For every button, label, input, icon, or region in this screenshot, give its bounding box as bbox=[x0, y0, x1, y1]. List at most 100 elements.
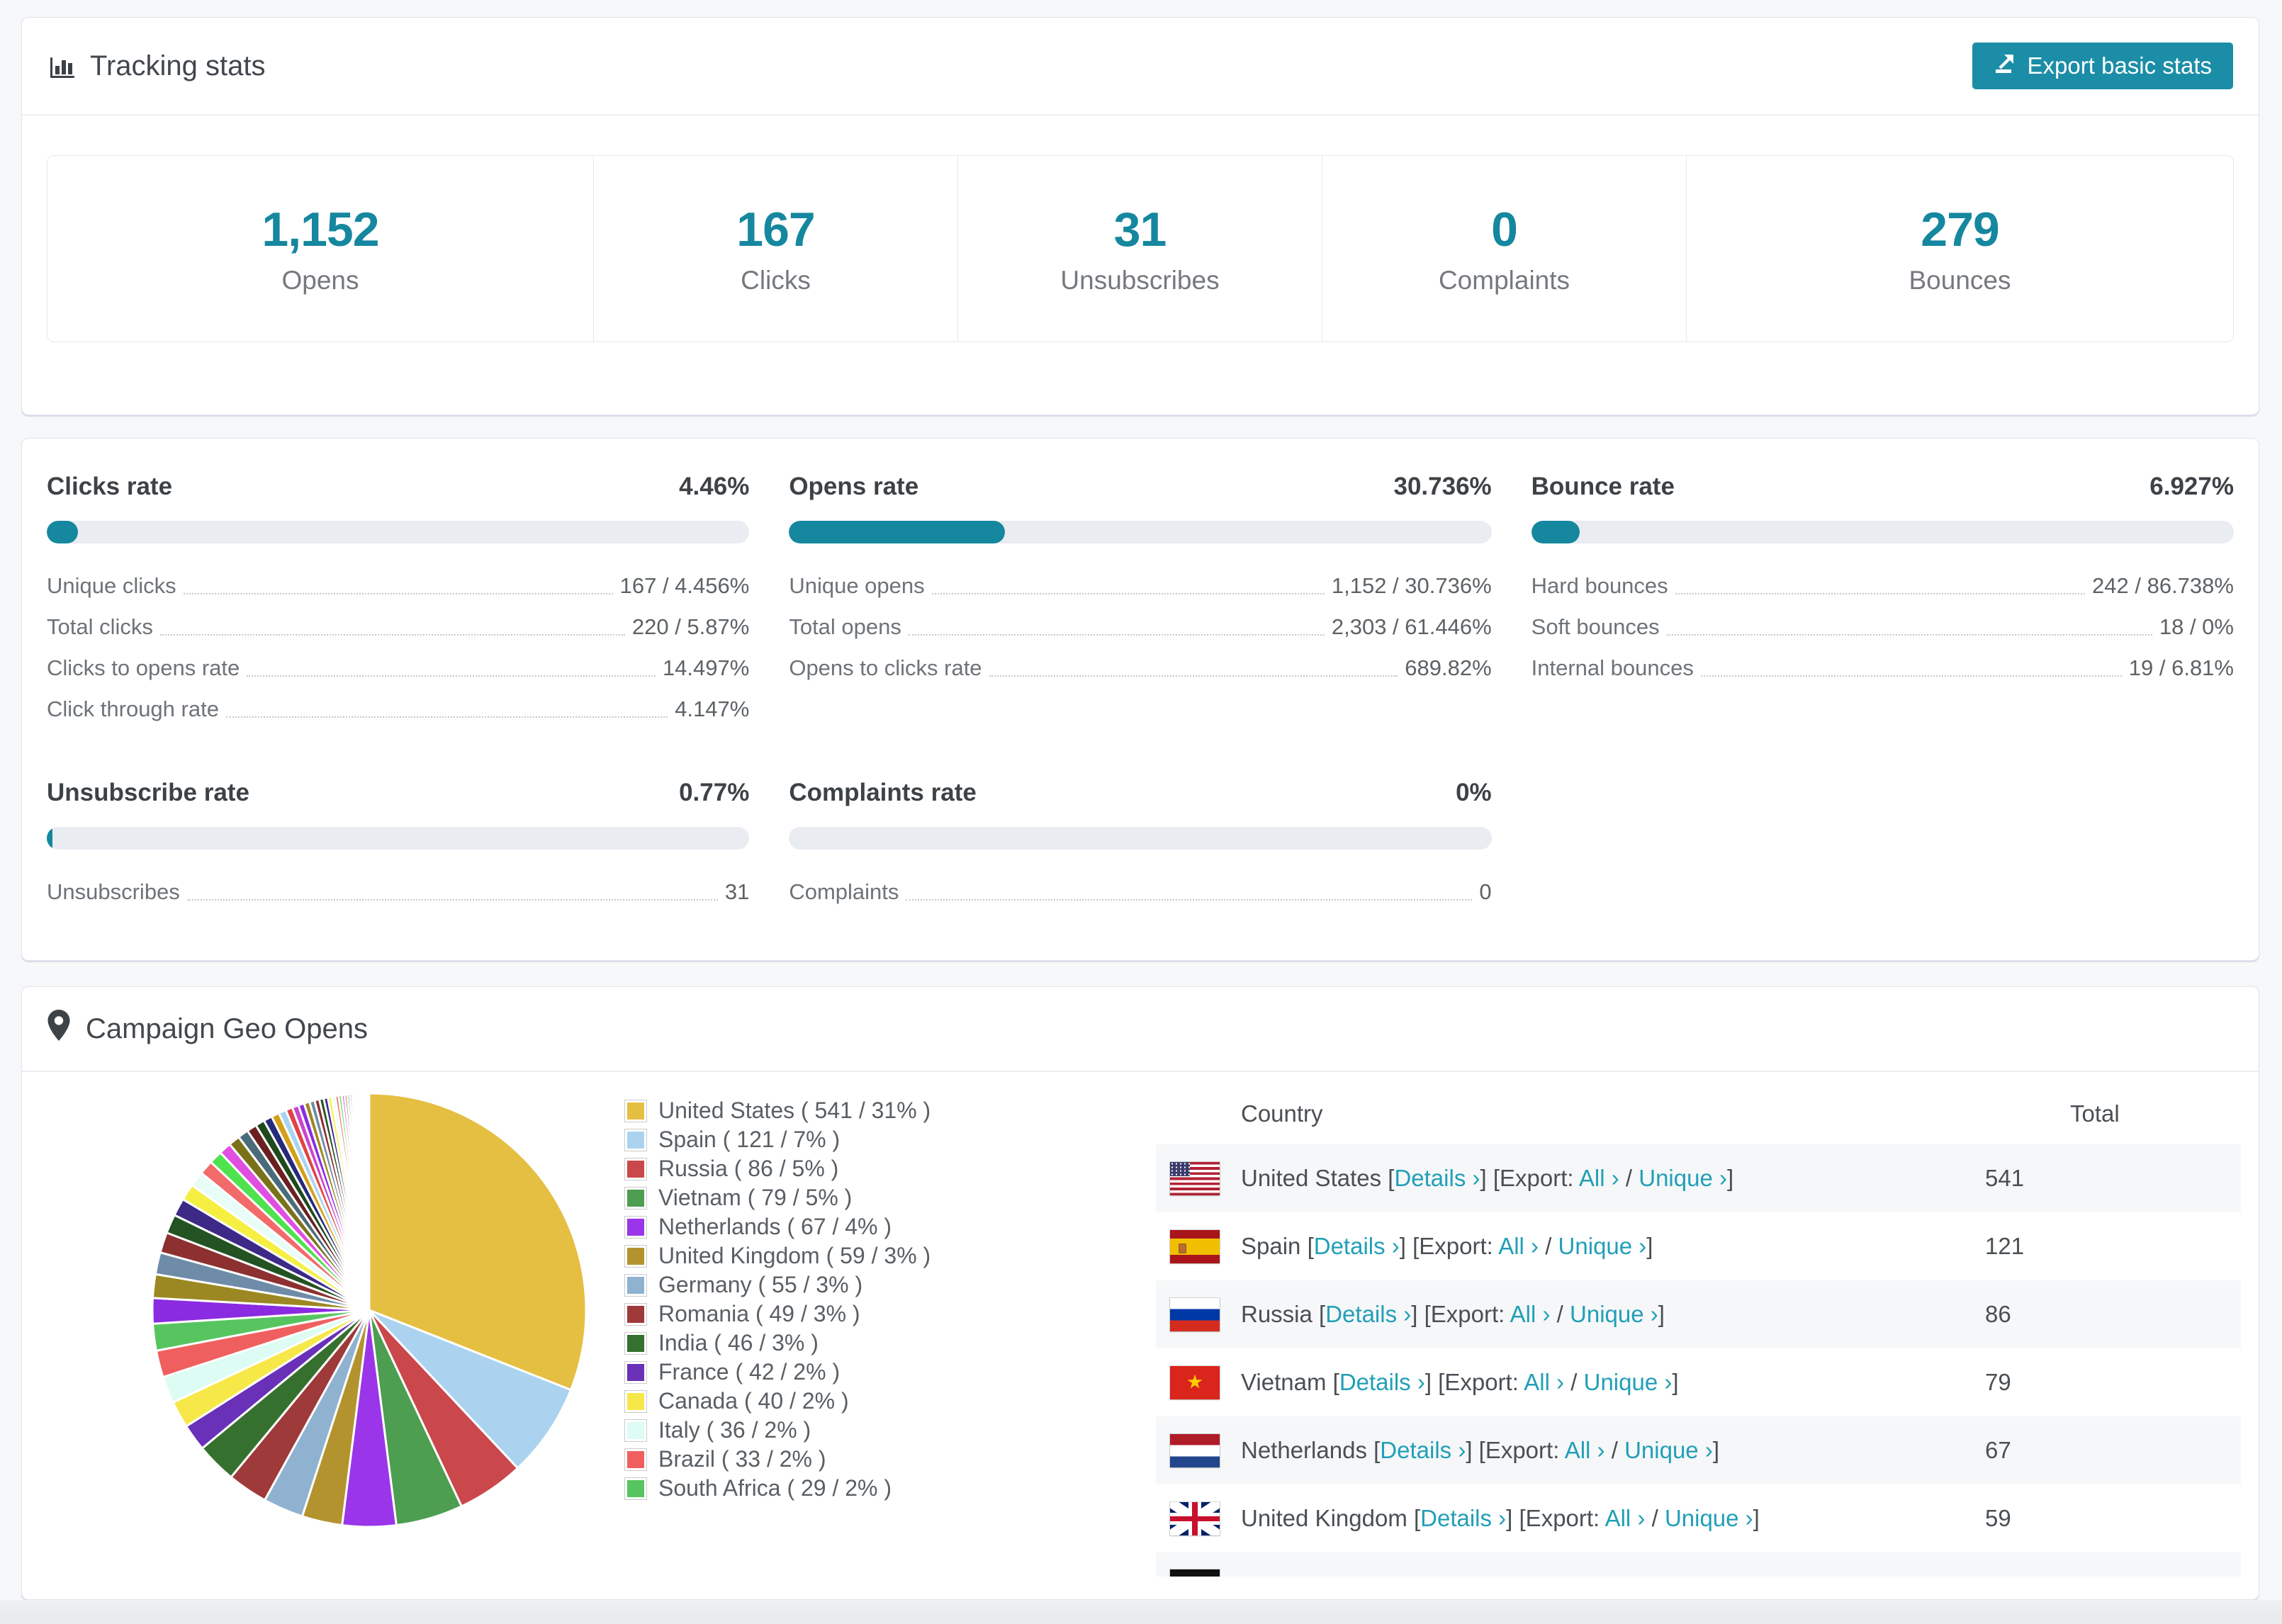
summary-bounces: 279 Bounces bbox=[1687, 156, 2233, 342]
total-cell: 59 bbox=[1985, 1505, 2011, 1531]
rate-progress-opens-rate bbox=[789, 521, 1492, 543]
country-cell: Netherlands [Details ›] [Export: All › /… bbox=[1241, 1437, 1985, 1464]
geo-content: United States ( 541 / 31% ) Spain ( 121 /… bbox=[22, 1072, 2259, 1599]
details-link[interactable]: Details › bbox=[1420, 1505, 1506, 1531]
rate-progress-bounce-rate bbox=[1531, 521, 2234, 543]
legend-item-vietnam: Vietnam ( 79 / 5% ) bbox=[624, 1183, 1128, 1212]
dotted-leader bbox=[247, 675, 656, 677]
rate-head-opens-rate: Opens rate 30.736% bbox=[789, 473, 1491, 501]
rate-row-label: Unsubscribes bbox=[47, 879, 180, 904]
rate-row-label: Unique clicks bbox=[47, 573, 176, 598]
legend-item-india: India ( 46 / 3% ) bbox=[624, 1329, 1128, 1358]
rate-value: 30.736% bbox=[1393, 473, 1492, 500]
geo-table-row-united-kingdom: United Kingdom [Details ›] [Export: All … bbox=[1156, 1484, 2241, 1552]
export-all-link[interactable]: All › bbox=[1565, 1437, 1605, 1463]
dotted-leader bbox=[159, 634, 625, 636]
legend-item-united-kingdom: United Kingdom ( 59 / 3% ) bbox=[624, 1241, 1128, 1270]
rate-row-label: Complaints bbox=[789, 879, 899, 904]
rate-rows: Unique clicks 167 / 4.456% Total clicks 220… bbox=[47, 559, 749, 723]
rate-row-clicks-to-opens-rate: Clicks to opens rate 14.497% bbox=[47, 641, 749, 682]
export-all-link[interactable]: All › bbox=[1579, 1165, 1619, 1191]
details-link[interactable]: Details › bbox=[1394, 1165, 1480, 1191]
export-all-link[interactable]: All › bbox=[1498, 1233, 1539, 1259]
link-separator: / bbox=[1564, 1369, 1584, 1395]
legend-label: Italy ( 36 / 2% ) bbox=[658, 1417, 811, 1443]
legend-item-russia: Russia ( 86 / 5% ) bbox=[624, 1154, 1128, 1183]
flag-cell bbox=[1156, 1501, 1241, 1535]
rate-rows: Unsubscribes 31 bbox=[47, 865, 749, 906]
dotted-leader bbox=[186, 899, 718, 901]
dotted-leader bbox=[906, 899, 1473, 901]
es-flag-icon bbox=[1170, 1229, 1220, 1263]
export-all-link[interactable]: All › bbox=[1524, 1369, 1564, 1395]
tracking-stats-title: Tracking stats bbox=[47, 50, 265, 82]
country-cell: Vietnam [Details ›] [Export: All › / Uni… bbox=[1241, 1369, 1985, 1396]
dotted-leader bbox=[1666, 634, 2152, 636]
geo-table: Country Total United States [Details ›] [E… bbox=[1156, 1072, 2241, 1577]
legend-label: Russia ( 86 / 5% ) bbox=[658, 1156, 839, 1181]
rate-row-value: 220 / 5.87% bbox=[631, 614, 750, 639]
legend-item-canada: Canada ( 40 / 2% ) bbox=[624, 1387, 1128, 1416]
campaign-geo-opens-title: Campaign Geo Opens bbox=[86, 1013, 369, 1044]
legend-swatch bbox=[624, 1360, 647, 1384]
legend-swatch bbox=[624, 1273, 647, 1297]
dotted-leader bbox=[989, 675, 1398, 677]
country-name: United Kingdom [ bbox=[1241, 1505, 1421, 1531]
country-cell: Spain [Details ›] [Export: All › / Uniqu… bbox=[1241, 1233, 1985, 1260]
summary-clicks-value: 167 bbox=[736, 203, 815, 256]
rate-row-internal-bounces: Internal bounces 19 / 6.81% bbox=[1531, 641, 2234, 682]
dotted-leader bbox=[225, 716, 668, 718]
total-cell: 541 bbox=[1985, 1165, 2025, 1191]
legend-label: United States ( 541 / 31% ) bbox=[658, 1098, 931, 1123]
export-unique-link[interactable]: Unique › bbox=[1665, 1505, 1753, 1531]
details-link[interactable]: Details › bbox=[1314, 1233, 1400, 1259]
details-link[interactable]: Details › bbox=[1380, 1437, 1466, 1463]
geo-table-row-spain: Spain [Details ›] [Export: All › / Uniqu… bbox=[1156, 1212, 2241, 1280]
rate-row-label: Opens to clicks rate bbox=[789, 655, 982, 680]
details-link[interactable]: Details › bbox=[1339, 1369, 1425, 1395]
rate-card-unsubscribe-rate: Unsubscribe rate 0.77% Unsubscribes 31 bbox=[47, 779, 750, 906]
rate-row-value: 0 bbox=[1479, 879, 1492, 904]
summary-opens: 1,152 Opens bbox=[47, 156, 594, 342]
rate-progress-fill bbox=[47, 521, 79, 543]
export-all-link[interactable]: All › bbox=[1605, 1505, 1646, 1531]
rate-progress-fill bbox=[47, 827, 52, 850]
export-label: ] [Export: bbox=[1506, 1505, 1605, 1531]
export-unique-link[interactable]: Unique › bbox=[1584, 1369, 1673, 1395]
summary-complaints-label: Complaints bbox=[1438, 266, 1570, 295]
summary-bounces-label: Bounces bbox=[1909, 266, 2011, 295]
export-unique-link[interactable]: Unique › bbox=[1558, 1233, 1647, 1259]
rate-value: 0.77% bbox=[679, 779, 750, 806]
details-link[interactable]: Details › bbox=[1325, 1301, 1411, 1327]
rate-row-label: Click through rate bbox=[47, 697, 219, 721]
rate-row-value: 1,152 / 30.736% bbox=[1331, 573, 1492, 598]
export-basic-stats-button[interactable]: Export basic stats bbox=[1972, 43, 2233, 89]
rate-row-hard-bounces: Hard bounces 242 / 86.738% bbox=[1531, 559, 2234, 600]
rate-rows: Unique opens 1,152 / 30.736% Total opens 2,… bbox=[789, 559, 1491, 682]
rate-row-value: 167 / 4.456% bbox=[619, 573, 750, 598]
tracking-stats-title-text: Tracking stats bbox=[90, 50, 266, 81]
tracking-stats-panel: Tracking stats Export basic stats 1,152 O… bbox=[21, 17, 2259, 415]
page-bottom-band bbox=[0, 1600, 2282, 1624]
dotted-leader bbox=[1675, 593, 2086, 594]
flag-cell bbox=[1156, 1229, 1241, 1263]
country-name: Vietnam [ bbox=[1241, 1369, 1339, 1395]
export-unique-link[interactable]: Unique › bbox=[1624, 1437, 1713, 1463]
rate-title: Unsubscribe rate bbox=[47, 779, 249, 806]
legend-swatch bbox=[624, 1215, 647, 1239]
legend-swatch bbox=[624, 1128, 647, 1151]
rate-progress-complaints-rate bbox=[789, 827, 1492, 850]
export-label: ] [Export: bbox=[1411, 1301, 1510, 1327]
export-unique-link[interactable]: Unique › bbox=[1570, 1301, 1658, 1327]
rate-row-value: 242 / 86.738% bbox=[2092, 573, 2234, 598]
export-unique-link[interactable]: Unique › bbox=[1639, 1165, 1727, 1191]
export-all-link[interactable]: All › bbox=[1510, 1301, 1551, 1327]
bracket: ] bbox=[1726, 1165, 1734, 1191]
rate-row-value: 689.82% bbox=[1405, 655, 1492, 680]
rate-row-label: Hard bounces bbox=[1531, 573, 1668, 598]
link-separator: / bbox=[1539, 1233, 1558, 1259]
legend-item-netherlands: Netherlands ( 67 / 4% ) bbox=[624, 1212, 1128, 1241]
summary-stats-row: 1,152 Opens 167 Clicks 31 Unsubscribes 0 Compla… bbox=[47, 155, 2234, 342]
campaign-geo-opens-panel: Campaign Geo Opens United States ( 541 /… bbox=[21, 986, 2259, 1600]
link-separator: / bbox=[1645, 1505, 1665, 1531]
